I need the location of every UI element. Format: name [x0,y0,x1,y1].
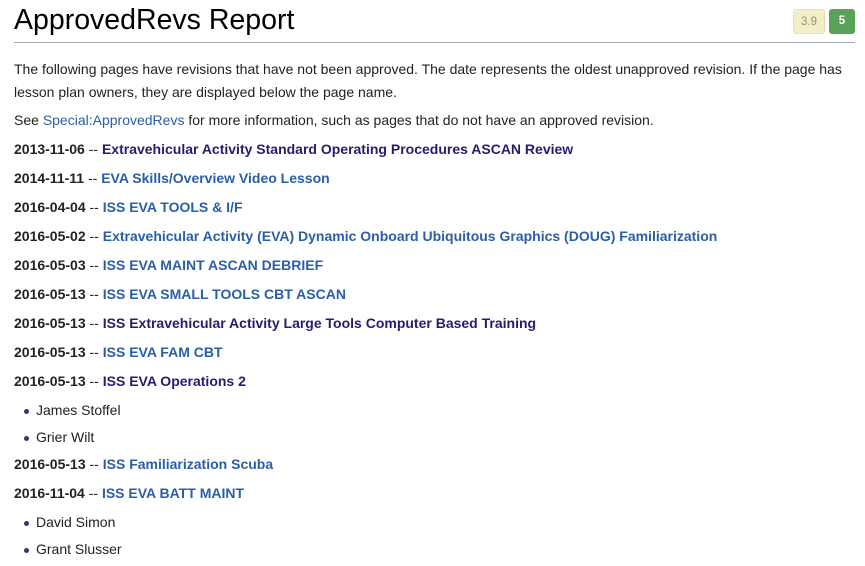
date-separator: -- [85,373,103,389]
date-separator: -- [85,456,103,472]
page-header: ApprovedRevs Report 3.9 5 [14,0,855,43]
lesson-owner-list: James Stoffel Grier Wilt [14,399,855,453]
date-separator: -- [84,485,102,501]
date-separator: -- [85,199,103,215]
revision-entry: 2016-05-02 -- Extravehicular Activity (E… [14,225,855,254]
bullet-icon [24,548,29,553]
page-link[interactable]: Extravehicular Activity (EVA) Dynamic On… [103,228,718,244]
revision-entry: 2016-05-03 -- ISS EVA MAINT ASCAN DEBRIE… [14,254,855,283]
revision-entry: 2013-11-06 -- Extravehicular Activity St… [14,138,855,167]
owner-name: Grant Slusser [36,541,122,557]
see-also-text: See Special:ApprovedRevs for more inform… [14,109,654,132]
score-badge[interactable]: 3.9 [793,9,825,34]
bullet-icon [24,521,29,526]
page-link[interactable]: ISS EVA SMALL TOOLS CBT ASCAN [103,286,346,302]
date-separator: -- [84,141,102,157]
owner-name: David Simon [36,514,116,530]
date-separator: -- [84,170,102,186]
revision-date: 2016-05-13 [14,344,86,360]
date-separator: -- [85,344,103,360]
page-title: ApprovedRevs Report [14,4,295,36]
bullet-icon [24,409,29,414]
page-link[interactable]: ISS EVA FAM CBT [103,344,223,360]
revision-date: 2016-11-04 [14,485,85,501]
bullet-icon [24,436,29,441]
page-link[interactable]: ISS EVA Operations 2 [103,373,246,389]
revision-entry: 2016-04-04 -- ISS EVA TOOLS & I/F [14,196,855,225]
owner-name: Grier Wilt [36,429,95,445]
revision-entry: 2016-05-13 -- ISS EVA Operations 2 [14,370,855,399]
lesson-owner-item: Grant Slusser [14,538,855,565]
page-link[interactable]: ISS EVA TOOLS & I/F [103,199,243,215]
page-link[interactable]: ISS Extravehicular Activity Large Tools … [103,315,536,331]
lesson-owner-item: James Stoffel [14,399,855,426]
owner-name: James Stoffel [36,402,121,418]
lesson-owner-item: Grier Wilt [14,426,855,453]
revision-date: 2016-04-04 [14,199,86,215]
revision-date: 2013-11-06 [14,141,85,157]
page-link[interactable]: ISS EVA BATT MAINT [102,485,244,501]
intro-text: The following pages have revisions that … [14,61,842,100]
revision-date: 2016-05-13 [14,315,86,331]
see-prefix: See [14,112,43,128]
revision-date: 2014-11-11 [14,170,85,186]
revision-entry: 2016-05-13 -- ISS EVA SMALL TOOLS CBT AS… [14,283,855,312]
page-badges: 3.9 5 [793,9,855,34]
lesson-owner-item: David Simon [14,511,855,538]
revision-entry: 2016-05-13 -- ISS EVA FAM CBT [14,341,855,370]
special-approvedrevs-link[interactable]: Special:ApprovedRevs [43,112,185,128]
revision-date: 2016-05-03 [14,257,86,273]
date-separator: -- [85,315,103,331]
report-page: ApprovedRevs Report 3.9 5 The following … [14,0,855,557]
revision-date: 2016-05-13 [14,456,86,472]
revision-entry: 2014-11-11 -- EVA Skills/Overview Video … [14,167,855,196]
revision-entry: 2016-11-04 -- ISS EVA BATT MAINT [14,482,855,511]
page-link[interactable]: Extravehicular Activity Standard Operati… [102,141,573,157]
revision-list: 2013-11-06 -- Extravehicular Activity St… [14,138,855,565]
revision-entry: 2016-05-13 -- ISS Familiarization Scuba [14,453,855,482]
revision-date: 2016-05-13 [14,373,86,389]
count-badge[interactable]: 5 [829,9,855,34]
see-suffix: for more information, such as pages that… [184,112,654,128]
page-link[interactable]: ISS Familiarization Scuba [103,456,273,472]
page-link[interactable]: ISS EVA MAINT ASCAN DEBRIEF [103,257,323,273]
date-separator: -- [85,257,103,273]
date-separator: -- [85,228,103,244]
revision-date: 2016-05-13 [14,286,86,302]
lesson-owner-list: David Simon Grant Slusser [14,511,855,565]
page-link[interactable]: EVA Skills/Overview Video Lesson [101,170,330,186]
date-separator: -- [85,286,103,302]
revision-date: 2016-05-02 [14,228,86,244]
revision-entry: 2016-05-13 -- ISS Extravehicular Activit… [14,312,855,341]
